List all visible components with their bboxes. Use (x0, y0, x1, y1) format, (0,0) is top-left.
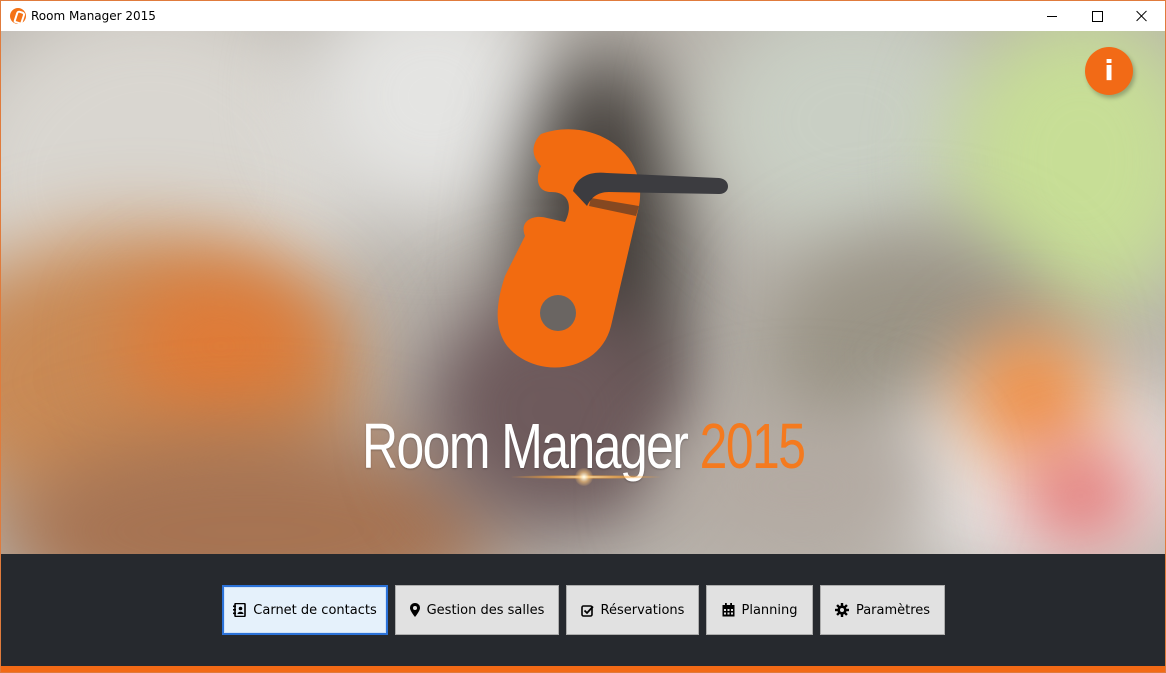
close-icon (1136, 10, 1148, 22)
maximize-button[interactable] (1074, 1, 1120, 31)
maximize-icon (1091, 10, 1103, 22)
contacts-button-label: Carnet de contacts (253, 602, 377, 618)
minimize-button[interactable] (1029, 1, 1075, 31)
navigation-panel: Carnet de contacts Gestion des salles Ré… (1, 554, 1165, 666)
calendar-icon (722, 603, 735, 617)
settings-button[interactable]: Paramètres (820, 585, 945, 635)
accent-bar (1, 666, 1165, 672)
checkbox-icon (580, 604, 594, 617)
app-logo-icon (10, 8, 26, 24)
hero-banner: i Room Manager 2015 (1, 31, 1165, 554)
hero-title-year: 2015 (699, 410, 806, 482)
lens-flare-glow (575, 468, 593, 486)
minimize-icon (1047, 15, 1057, 17)
info-icon: i (1104, 54, 1114, 87)
planning-button[interactable]: Planning (706, 585, 813, 635)
background-blur (121, 271, 321, 421)
rooms-button[interactable]: Gestion des salles (395, 585, 559, 635)
window-title: Room Manager 2015 (31, 9, 156, 23)
title-bar[interactable]: Room Manager 2015 (1, 1, 1165, 31)
rooms-button-label: Gestion des salles (426, 602, 545, 618)
background-blur (1021, 451, 1141, 541)
close-button[interactable] (1119, 1, 1165, 31)
reservations-button-label: Réservations (600, 602, 685, 618)
planning-button-label: Planning (741, 602, 798, 618)
contacts-button[interactable]: Carnet de contacts (222, 585, 388, 635)
gear-icon (834, 603, 849, 617)
reservations-button[interactable]: Réservations (566, 585, 699, 635)
door-hanger-logo-icon (497, 129, 728, 368)
info-button[interactable]: i (1085, 47, 1133, 95)
settings-button-label: Paramètres (855, 602, 931, 618)
address-book-icon (233, 603, 247, 617)
app-window: Room Manager 2015 i Room Manager 2015 Ca… (0, 0, 1166, 673)
hero-title-name: Room Manager (361, 410, 689, 482)
map-marker-icon (409, 603, 420, 617)
